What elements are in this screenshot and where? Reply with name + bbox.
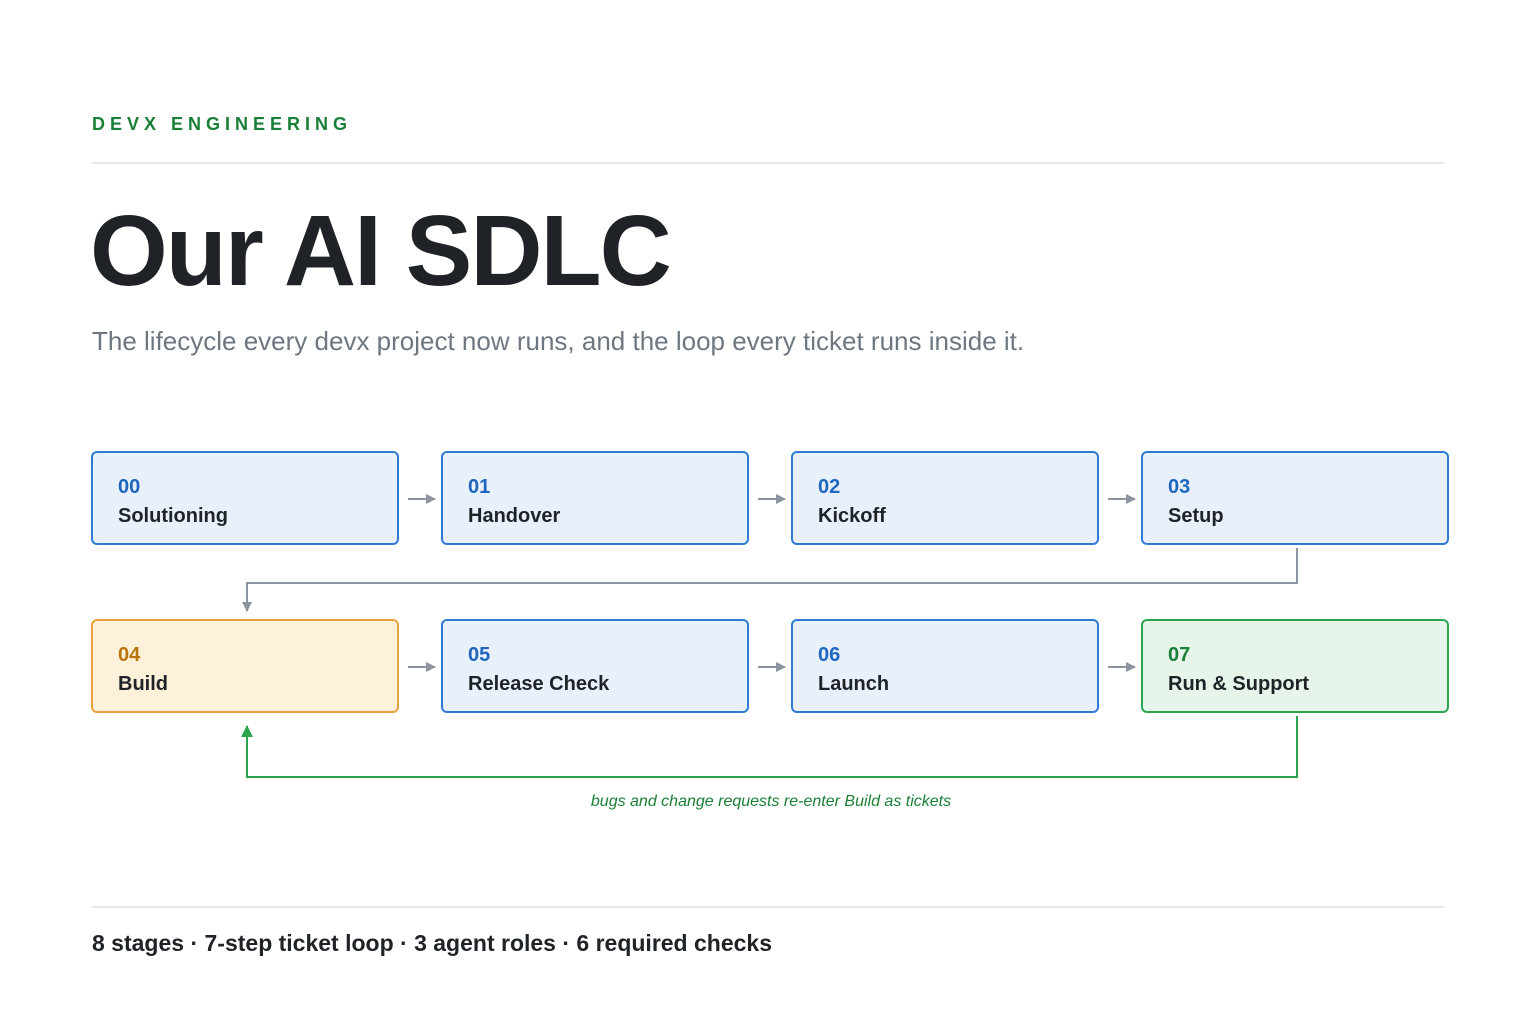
stage-build: 04 Build xyxy=(91,619,399,713)
stage-number: 03 xyxy=(1168,476,1191,498)
stage-name: Setup xyxy=(1168,505,1224,527)
loop-note: bugs and change requests re-enter Build … xyxy=(590,793,952,810)
stage-name: Release Check xyxy=(468,673,610,695)
stage-kickoff: 02 Kickoff xyxy=(791,451,1099,545)
bottom-divider xyxy=(92,906,1444,908)
arrow-03-to-04 xyxy=(242,548,1298,612)
stage-number: 07 xyxy=(1168,644,1191,666)
feedback-loop-arrow xyxy=(241,716,1298,778)
stage-number: 06 xyxy=(818,644,841,666)
stage-setup: 03 Setup xyxy=(1141,451,1449,545)
stage-handover: 01 Handover xyxy=(441,451,749,545)
stage-name: Build xyxy=(118,673,168,695)
stage-number: 02 xyxy=(818,476,841,498)
stage-launch: 06 Launch xyxy=(791,619,1099,713)
stage-name: Solutioning xyxy=(118,505,228,527)
stage-name: Launch xyxy=(818,673,890,695)
stage-release-check: 05 Release Check xyxy=(441,619,749,713)
stage-name: Handover xyxy=(468,505,561,527)
stage-name: Run & Support xyxy=(1168,673,1310,695)
stage-solutioning: 00 Solutioning xyxy=(91,451,399,545)
footer-summary: 8 stages · 7-step ticket loop · 3 agent … xyxy=(92,930,773,956)
stage-name: Kickoff xyxy=(818,505,886,527)
stage-number: 04 xyxy=(118,644,141,666)
stage-number: 01 xyxy=(468,476,491,498)
stage-number: 05 xyxy=(468,644,491,666)
stage-run-support: 07 Run & Support xyxy=(1141,619,1449,713)
stage-number: 00 xyxy=(118,476,141,498)
